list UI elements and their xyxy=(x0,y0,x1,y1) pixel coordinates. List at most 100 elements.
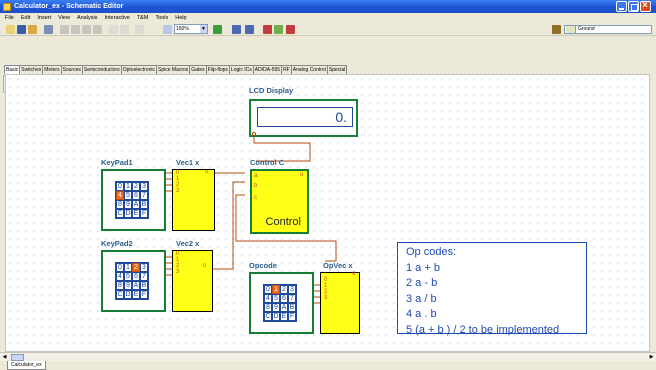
print-icon[interactable] xyxy=(44,25,53,34)
key[interactable]: C xyxy=(116,209,124,218)
vec1-block[interactable]: 0 1 2 3 o xyxy=(172,169,215,231)
key[interactable]: 9 xyxy=(124,200,132,209)
chevron-down-icon[interactable]: ▼ xyxy=(200,25,207,33)
menu-file[interactable]: File xyxy=(5,15,14,21)
save-icon[interactable] xyxy=(17,25,26,34)
keypad1[interactable]: 0 1 2 3 4 5 6 7 8 9 A B C D E F xyxy=(101,169,166,231)
component-icon[interactable] xyxy=(552,25,561,34)
key-selected[interactable]: 4 xyxy=(116,191,124,200)
tab-ad-da-555[interactable]: AD/DA-555 xyxy=(252,65,283,74)
menu-tm[interactable]: T&M xyxy=(137,15,149,21)
tab-analog-control[interactable]: Analog Control xyxy=(290,65,328,74)
pointer-icon[interactable] xyxy=(60,25,69,34)
key[interactable]: 3 xyxy=(140,263,148,272)
key-selected[interactable]: 1 xyxy=(272,285,280,294)
redo-icon[interactable] xyxy=(120,25,129,34)
key[interactable]: 8 xyxy=(116,200,124,209)
key[interactable]: 0 xyxy=(116,263,124,272)
key[interactable]: 2 xyxy=(132,182,140,191)
rotate-icon[interactable] xyxy=(93,25,102,34)
tab-meters[interactable]: Meters xyxy=(42,65,62,74)
key[interactable]: 5 xyxy=(124,272,132,281)
tab-spice-macros[interactable]: Spice Macros xyxy=(155,65,191,74)
key[interactable]: 8 xyxy=(116,281,124,290)
run-icon[interactable] xyxy=(286,25,295,34)
tab-gates[interactable]: Gates xyxy=(189,65,207,74)
tab-semiconductors[interactable]: Semiconductors xyxy=(81,65,122,74)
zoom-select[interactable]: 150% ▼ xyxy=(174,24,208,34)
key[interactable]: 7 xyxy=(140,272,148,281)
analysis-icon[interactable] xyxy=(213,25,222,34)
tab-optoelectronic[interactable]: Optoelectronic xyxy=(120,65,157,74)
key[interactable]: 5 xyxy=(124,191,132,200)
scroll-thumb[interactable] xyxy=(11,354,24,361)
key[interactable]: A xyxy=(132,200,140,209)
open-icon[interactable] xyxy=(28,25,37,34)
key[interactable]: 1 xyxy=(124,182,132,191)
key[interactable]: 7 xyxy=(140,191,148,200)
key[interactable]: C xyxy=(264,312,272,321)
menu-view[interactable]: View xyxy=(58,15,70,21)
lcd-display[interactable]: 0. xyxy=(249,99,358,137)
key[interactable]: F xyxy=(140,290,148,299)
tm-icon[interactable] xyxy=(274,25,283,34)
key[interactable]: B xyxy=(140,281,148,290)
key[interactable]: 3 xyxy=(288,285,296,294)
opcode-keypad[interactable]: 0 1 2 3 4 5 6 7 8 9 A B C D E F xyxy=(249,272,314,334)
key[interactable]: 6 xyxy=(280,294,288,303)
key[interactable]: D xyxy=(124,209,132,218)
probe-icon[interactable] xyxy=(263,25,272,34)
menu-edit[interactable]: Edit xyxy=(21,15,30,21)
key[interactable]: 1 xyxy=(124,263,132,272)
key[interactable]: 6 xyxy=(132,191,140,200)
key[interactable]: E xyxy=(280,312,288,321)
key-selected[interactable]: 2 xyxy=(132,263,140,272)
dc-analysis-icon[interactable] xyxy=(232,25,241,34)
new-file-icon[interactable] xyxy=(6,25,15,34)
tab-basic[interactable]: Basic xyxy=(4,65,21,74)
key[interactable]: D xyxy=(124,290,132,299)
tab-flip-flops[interactable]: Flip-flops xyxy=(205,65,230,74)
key[interactable]: 4 xyxy=(116,272,124,281)
key[interactable]: 8 xyxy=(264,303,272,312)
key[interactable]: F xyxy=(288,312,296,321)
wire-icon[interactable] xyxy=(71,25,80,34)
grid-icon[interactable] xyxy=(135,25,144,34)
schematic-canvas[interactable]: LCD Display 0. KeyPad1 0 1 2 3 4 5 6 7 8… xyxy=(5,74,650,352)
tab-logic-ics[interactable]: Logic ICs xyxy=(228,65,254,74)
key[interactable]: A xyxy=(132,281,140,290)
opcodes-note[interactable]: Op codes: 1 a + b 2 a - b 3 a / b 4 a . … xyxy=(397,242,587,336)
undo-icon[interactable] xyxy=(109,25,118,34)
minimize-button[interactable] xyxy=(616,1,627,12)
maximize-button[interactable] xyxy=(628,1,639,12)
key[interactable]: E xyxy=(132,290,140,299)
tab-sources[interactable]: Sources xyxy=(60,65,83,74)
tran-analysis-icon[interactable] xyxy=(245,25,254,34)
key[interactable]: D xyxy=(272,312,280,321)
key[interactable]: F xyxy=(140,209,148,218)
menu-analysis[interactable]: Analysis xyxy=(77,15,97,21)
key[interactable]: 3 xyxy=(140,182,148,191)
key[interactable]: 0 xyxy=(264,285,272,294)
key[interactable]: C xyxy=(116,290,124,299)
tab-special[interactable]: Special xyxy=(326,65,348,74)
zoom-icon[interactable] xyxy=(163,25,172,34)
sheet-tab[interactable]: Calculator_ex xyxy=(7,361,46,370)
key[interactable]: 4 xyxy=(264,294,272,303)
key[interactable]: 2 xyxy=(280,285,288,294)
keypad2[interactable]: 0 1 2 3 4 5 6 7 8 9 A B C D E F xyxy=(101,250,166,312)
key[interactable]: 0 xyxy=(116,182,124,191)
key[interactable]: 9 xyxy=(124,281,132,290)
key[interactable]: 7 xyxy=(288,294,296,303)
text-icon[interactable] xyxy=(82,25,91,34)
menu-tools[interactable]: Tools xyxy=(155,15,168,21)
key[interactable]: A xyxy=(280,303,288,312)
key[interactable]: 9 xyxy=(272,303,280,312)
key[interactable]: B xyxy=(288,303,296,312)
key[interactable]: 6 xyxy=(132,272,140,281)
opvec-block[interactable]: 0 1 2 3 o xyxy=(320,271,360,334)
close-button[interactable] xyxy=(640,0,651,12)
key[interactable]: 5 xyxy=(272,294,280,303)
tab-switches[interactable]: Switches xyxy=(19,65,44,74)
horizontal-scrollbar[interactable]: ◀ ▶ xyxy=(0,352,656,361)
